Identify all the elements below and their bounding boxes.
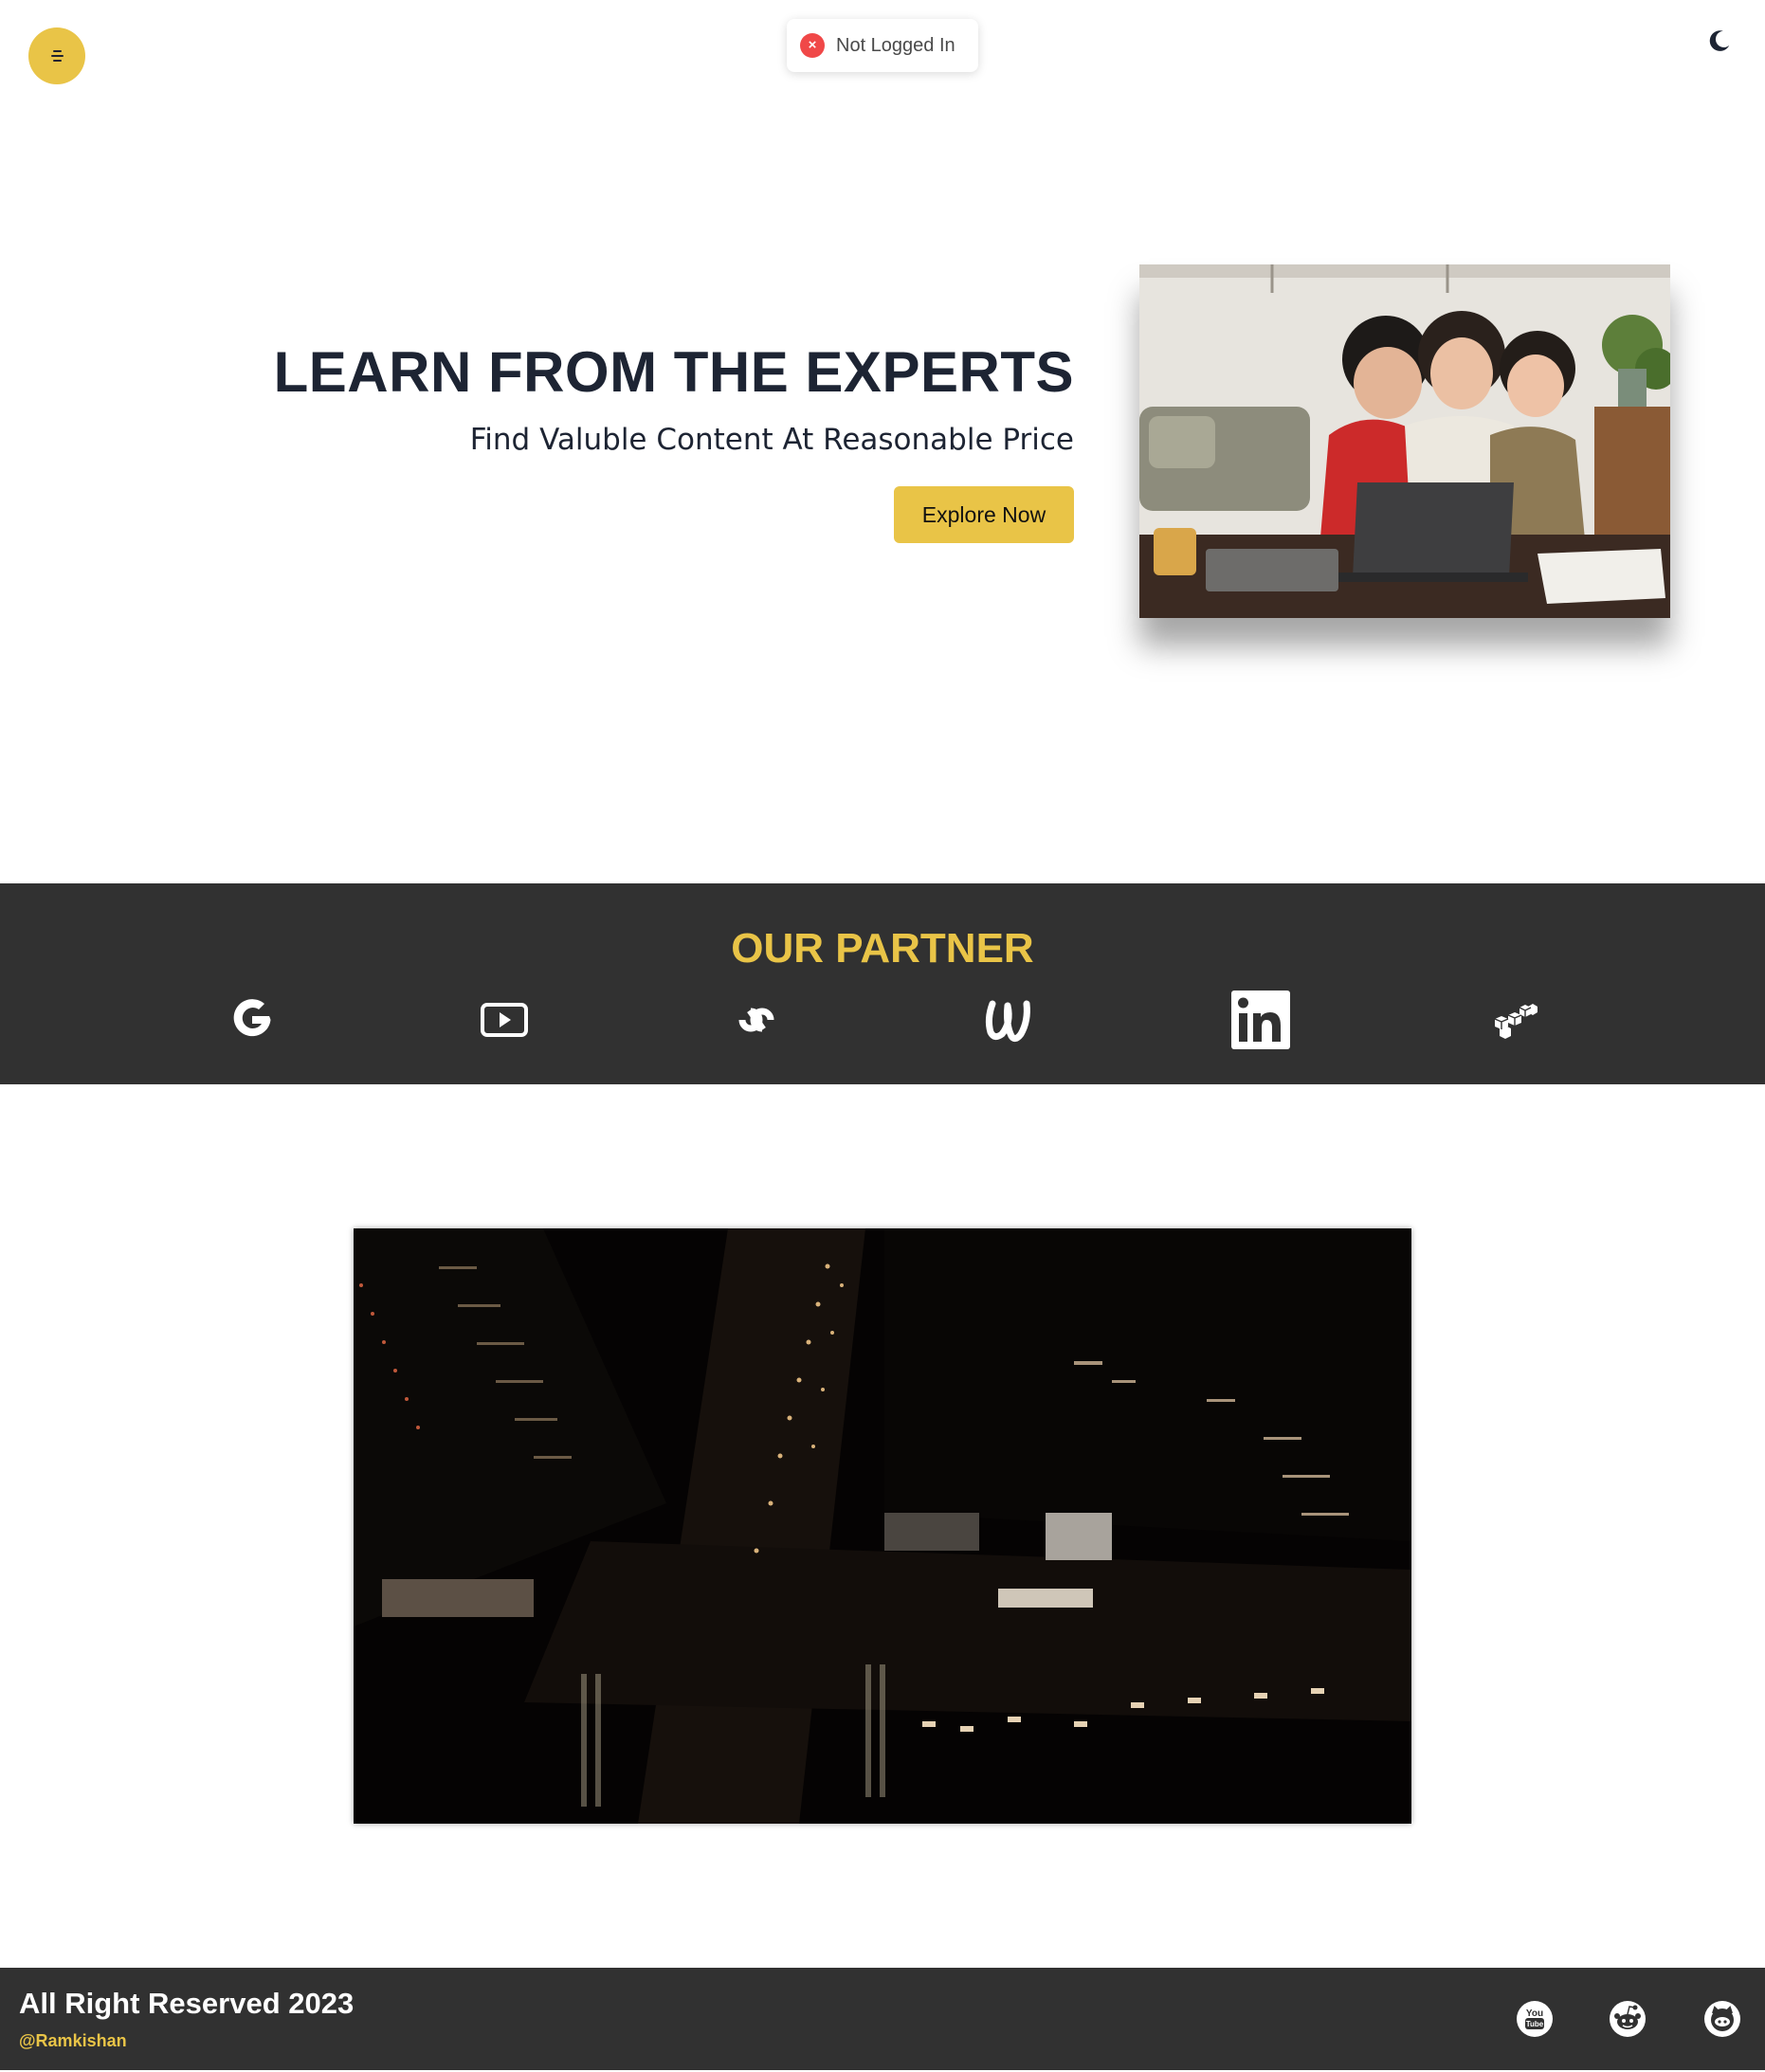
hero-image [1139,264,1670,618]
footer-copyright: All Right Reserved 2023 [19,1987,355,2020]
hero-title: LEARN FROM THE EXPERTS [273,340,1074,404]
footer: All Right Reserved 2023 @Ramkishan You T… [0,1968,1765,2070]
menu-icon [50,50,64,62]
city-night-video[interactable] [354,1228,1411,1824]
svg-text:You: You [1526,2008,1543,2019]
hero-subtitle: Find Valuble Content At Reasonable Price [469,423,1074,457]
coursera-icon[interactable] [726,990,787,1050]
page: × Not Logged In LEARN FROM THE EXPERTS F… [0,0,1765,2072]
partners-title: OUR PARTNER [731,925,1034,972]
menu-button[interactable] [28,27,85,84]
reddit-icon[interactable] [1609,2000,1647,2038]
svg-text:Tube: Tube [1526,2020,1544,2028]
moon-icon[interactable] [1707,28,1732,53]
github-icon[interactable] [1703,2000,1741,2038]
youtube-play-icon[interactable] [474,990,535,1050]
footer-handle[interactable]: @Ramkishan [19,2031,127,2051]
login-status-toast: × Not Logged In [787,19,978,72]
error-x-icon: × [800,33,825,58]
login-status-text: Not Logged In [836,34,955,56]
linkedin-icon[interactable] [1230,990,1291,1050]
partners-section: OUR PARTNER [0,883,1765,1084]
youtube-icon[interactable]: You Tube [1516,2000,1554,2038]
google-icon[interactable] [222,990,282,1050]
codepen-boxes-icon[interactable] [1483,990,1543,1050]
udemy-icon[interactable] [978,990,1039,1050]
explore-now-button[interactable]: Explore Now [894,486,1074,543]
